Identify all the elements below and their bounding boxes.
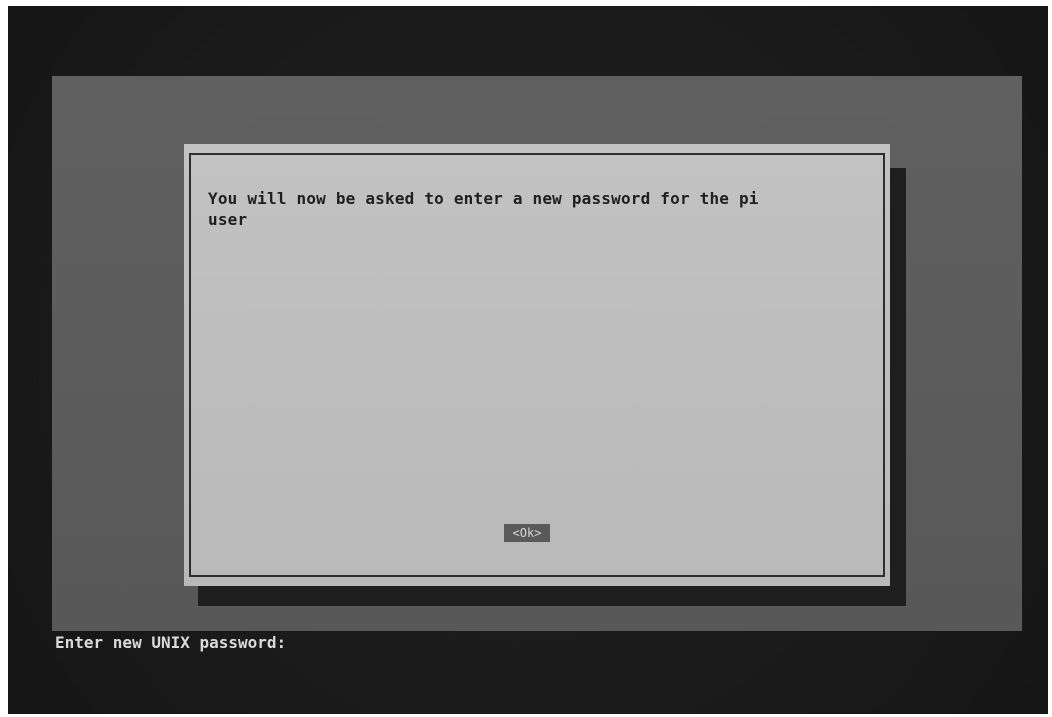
message-dialog: You will now be asked to enter a new pas… (184, 144, 890, 586)
dialog-message: You will now be asked to enter a new pas… (208, 189, 759, 229)
password-prompt[interactable]: Enter new UNIX password: (55, 632, 286, 654)
ok-button[interactable]: <Ok> (504, 524, 550, 542)
